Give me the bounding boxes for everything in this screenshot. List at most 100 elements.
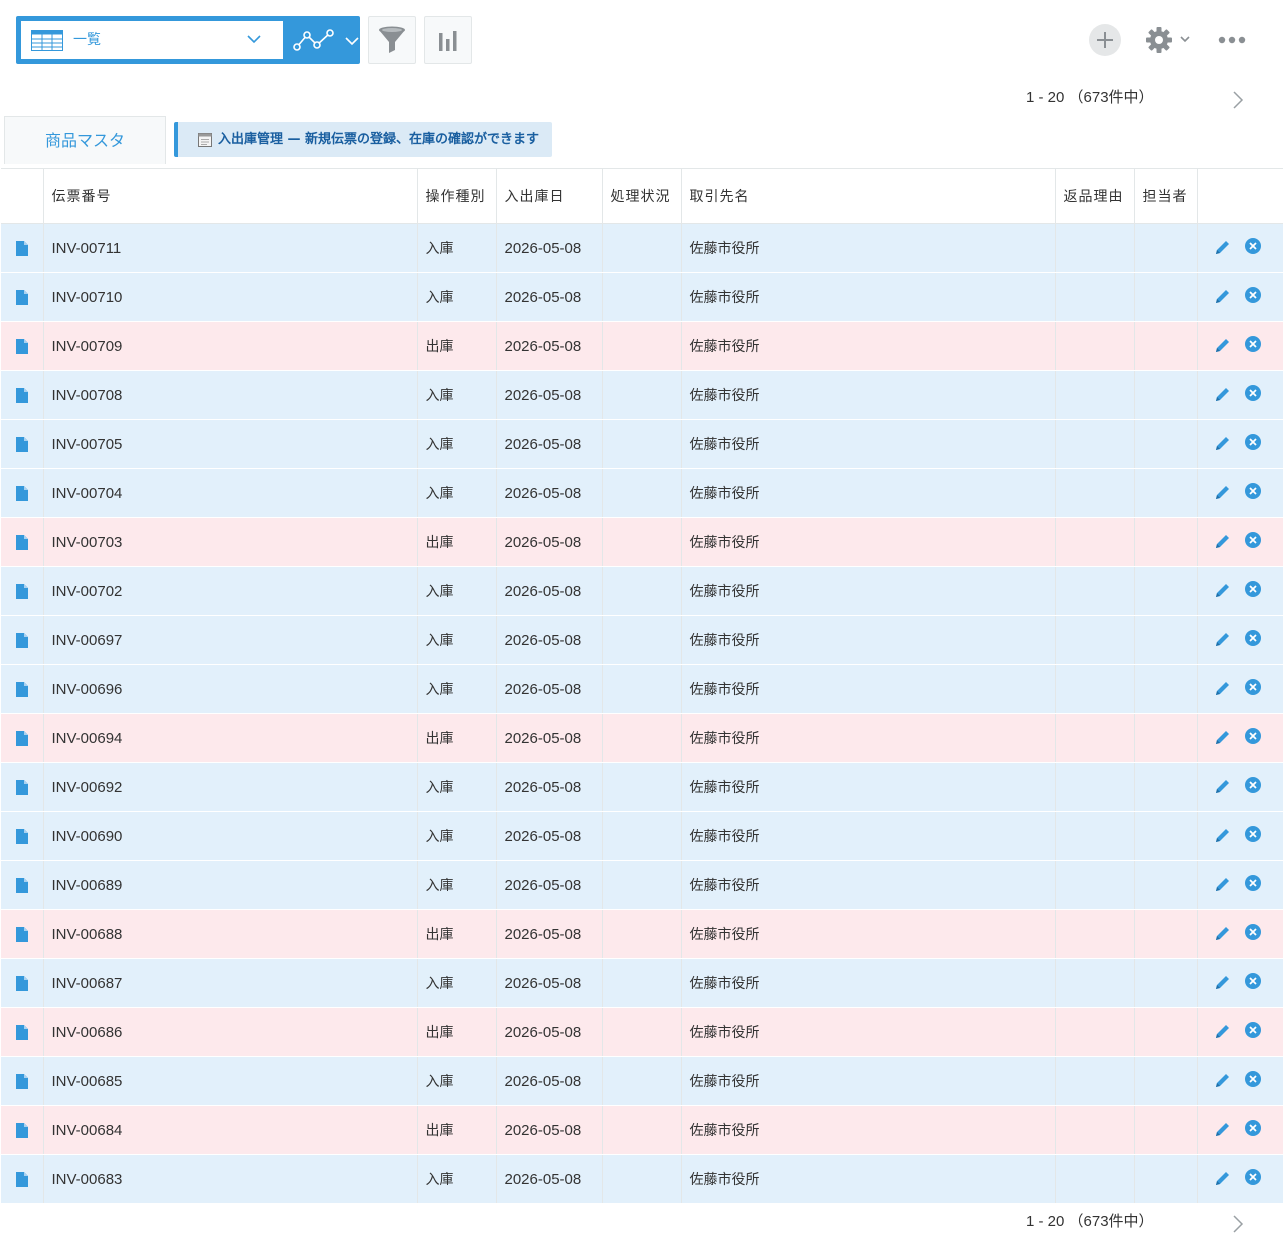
- edit-button[interactable]: [1213, 386, 1231, 408]
- delete-button[interactable]: [1244, 875, 1261, 895]
- edit-button[interactable]: [1213, 876, 1231, 898]
- document-icon: [15, 779, 28, 795]
- row-detail-button[interactable]: [1, 958, 44, 1008]
- delete-button[interactable]: [1244, 924, 1261, 944]
- header-return-reason[interactable]: 返品理由: [1055, 168, 1135, 224]
- cell-owner: [1134, 713, 1198, 763]
- edit-button[interactable]: [1213, 1121, 1231, 1143]
- delete-button[interactable]: [1244, 679, 1261, 699]
- cell-operation-type: 入庫: [417, 811, 497, 861]
- cell-owner: [1134, 860, 1198, 910]
- cell-return-reason: [1055, 517, 1135, 567]
- edit-button[interactable]: [1213, 631, 1231, 653]
- gear-icon[interactable]: [1146, 27, 1172, 53]
- header-date[interactable]: 入出庫日: [496, 168, 603, 224]
- row-detail-button[interactable]: [1, 321, 44, 371]
- delete-button[interactable]: [1244, 581, 1261, 601]
- delete-circle-icon: [1244, 826, 1261, 842]
- edit-button[interactable]: [1213, 582, 1231, 604]
- row-detail-button[interactable]: [1, 566, 44, 616]
- pencil-icon: [1215, 976, 1229, 989]
- document-icon: [15, 387, 28, 403]
- edit-button[interactable]: [1213, 1023, 1231, 1045]
- delete-button[interactable]: [1244, 287, 1261, 307]
- row-detail-button[interactable]: [1, 223, 44, 273]
- edit-button[interactable]: [1213, 680, 1231, 702]
- row-detail-button[interactable]: [1, 1007, 44, 1057]
- row-detail-button[interactable]: [1, 615, 44, 665]
- add-record-button[interactable]: [1089, 24, 1121, 56]
- delete-button[interactable]: [1244, 532, 1261, 552]
- delete-button[interactable]: [1244, 1022, 1261, 1042]
- delete-button[interactable]: [1244, 336, 1261, 356]
- cell-return-reason: [1055, 468, 1135, 518]
- more-dots-icon[interactable]: [1218, 36, 1246, 44]
- edit-button[interactable]: [1213, 239, 1231, 261]
- view-selector[interactable]: 一覧: [16, 16, 360, 64]
- document-icon: [15, 681, 28, 697]
- cell-client: 佐藤市役所: [681, 223, 1056, 273]
- delete-button[interactable]: [1244, 434, 1261, 454]
- chevron-right-icon[interactable]: [1232, 1215, 1244, 1233]
- row-detail-button[interactable]: [1, 1105, 44, 1155]
- header-operation-type[interactable]: 操作種別: [417, 168, 497, 224]
- chevron-down-icon[interactable]: [1180, 36, 1190, 43]
- row-detail-button[interactable]: [1, 1154, 44, 1204]
- row-detail-button[interactable]: [1, 468, 44, 518]
- graph-icon[interactable]: [293, 28, 335, 54]
- edit-button[interactable]: [1213, 827, 1231, 849]
- row-detail-button[interactable]: [1, 517, 44, 567]
- edit-button[interactable]: [1213, 974, 1231, 996]
- chevron-down-icon[interactable]: [345, 36, 359, 46]
- delete-button[interactable]: [1244, 826, 1261, 846]
- delete-button[interactable]: [1244, 385, 1261, 405]
- row-detail-button[interactable]: [1, 762, 44, 812]
- delete-button[interactable]: [1244, 1071, 1261, 1091]
- delete-button[interactable]: [1244, 1169, 1261, 1189]
- document-icon: [15, 828, 28, 844]
- delete-button[interactable]: [1244, 777, 1261, 797]
- header-client[interactable]: 取引先名: [681, 168, 1056, 224]
- row-detail-button[interactable]: [1, 419, 44, 469]
- edit-button[interactable]: [1213, 925, 1231, 947]
- edit-button[interactable]: [1213, 435, 1231, 457]
- filter-button[interactable]: [368, 16, 416, 64]
- view-dropdown[interactable]: 一覧: [21, 21, 283, 59]
- cell-return-reason: [1055, 909, 1135, 959]
- chevron-right-icon[interactable]: [1232, 91, 1244, 109]
- delete-button[interactable]: [1244, 483, 1261, 503]
- edit-button[interactable]: [1213, 337, 1231, 359]
- header-owner[interactable]: 担当者: [1134, 168, 1198, 224]
- cell-return-reason: [1055, 1105, 1135, 1155]
- cell-status: [602, 370, 682, 420]
- row-detail-button[interactable]: [1, 909, 44, 959]
- header-status[interactable]: 処理状況: [602, 168, 682, 224]
- edit-button[interactable]: [1213, 778, 1231, 800]
- edit-button[interactable]: [1213, 288, 1231, 310]
- cell-date: 2026-05-08: [496, 223, 603, 273]
- row-detail-button[interactable]: [1, 713, 44, 763]
- delete-button[interactable]: [1244, 238, 1261, 258]
- edit-button[interactable]: [1213, 1072, 1231, 1094]
- document-icon: [15, 534, 28, 550]
- edit-button[interactable]: [1213, 729, 1231, 751]
- edit-button[interactable]: [1213, 484, 1231, 506]
- edit-button[interactable]: [1213, 533, 1231, 555]
- row-actions: [1197, 958, 1283, 1008]
- cell-operation-type: 入庫: [417, 762, 497, 812]
- header-voucher-no[interactable]: 伝票番号: [43, 168, 418, 224]
- row-detail-button[interactable]: [1, 811, 44, 861]
- delete-button[interactable]: [1244, 728, 1261, 748]
- edit-button[interactable]: [1213, 1170, 1231, 1192]
- row-detail-button[interactable]: [1, 1056, 44, 1106]
- row-detail-button[interactable]: [1, 860, 44, 910]
- delete-button[interactable]: [1244, 630, 1261, 650]
- row-detail-button[interactable]: [1, 370, 44, 420]
- tab-product-master[interactable]: 商品マスタ: [4, 116, 166, 164]
- row-detail-button[interactable]: [1, 272, 44, 322]
- row-detail-button[interactable]: [1, 664, 44, 714]
- graph-button[interactable]: [424, 16, 472, 64]
- notice-banner[interactable]: 入出庫管理 — 新規伝票の登録、在庫の確認ができます: [174, 122, 552, 157]
- delete-button[interactable]: [1244, 1120, 1261, 1140]
- delete-button[interactable]: [1244, 973, 1261, 993]
